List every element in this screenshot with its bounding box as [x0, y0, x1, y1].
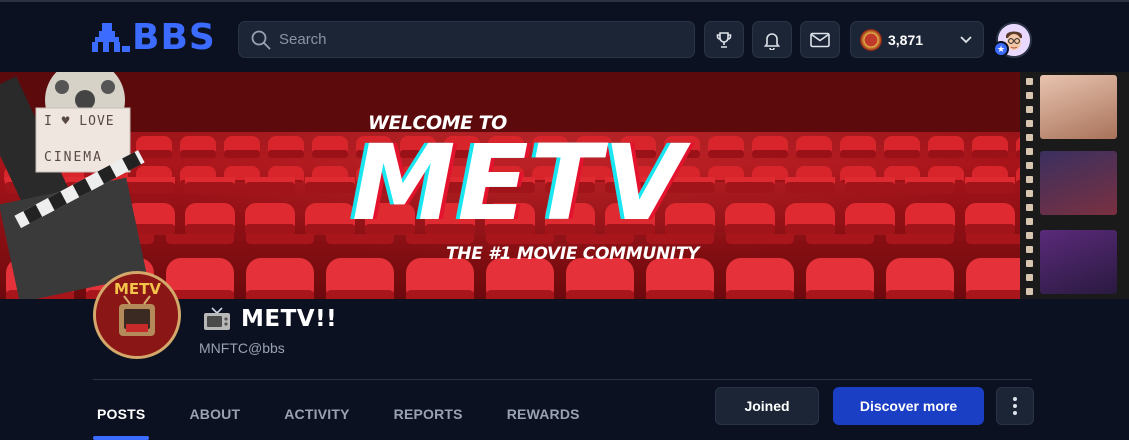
film-frame-portrait-1 — [1040, 75, 1117, 139]
active-tab-indicator — [93, 436, 149, 440]
bbs-logo[interactable]: BBS — [92, 20, 216, 56]
tab-posts[interactable]: POSTS — [97, 406, 145, 422]
banner-title: METV — [352, 122, 686, 244]
chevron-down-icon — [960, 36, 972, 44]
community-name: METV!! — [241, 306, 338, 332]
banner-sign-line1: I ♥ LOVE — [44, 114, 115, 129]
kebab-menu-icon — [1013, 397, 1017, 415]
banner-sign-line2: CINEMA — [44, 150, 103, 165]
leaderboard-button[interactable] — [704, 21, 744, 58]
avatar-text: METV — [114, 280, 162, 298]
discover-more-button[interactable]: Discover more — [833, 387, 984, 425]
logo-mark-icon — [92, 23, 130, 52]
community-avatar: METV — [93, 271, 181, 359]
community-tabs: POSTS ABOUT ACTIVITY REPORTS REWARDS — [97, 406, 624, 422]
banner-tagline: THE #1 MOVIE COMMUNITY — [446, 244, 700, 264]
bell-icon — [763, 32, 781, 50]
points-value: 3,871 — [888, 31, 924, 48]
search-icon — [251, 30, 271, 49]
section-divider — [93, 379, 1032, 380]
points-balance-dropdown[interactable]: 3,871 — [850, 21, 984, 58]
messages-button[interactable] — [800, 21, 840, 58]
tab-reports[interactable]: REPORTS — [394, 406, 463, 422]
logo-text: BBS — [132, 17, 216, 58]
more-options-button[interactable] — [996, 387, 1034, 425]
search-input[interactable] — [279, 31, 679, 48]
community-banner: I ♥ LOVE CINEMA WELCOME TO METV THE #1 M… — [0, 72, 1129, 299]
trophy-icon — [716, 31, 732, 48]
film-frame-portrait-2 — [1040, 151, 1117, 215]
tv-icon — [204, 307, 230, 330]
top-navbar: BBS 3,871 — [0, 0, 1129, 72]
verified-star-icon: ★ — [993, 41, 1009, 57]
points-coin-icon — [860, 28, 882, 51]
tab-activity[interactable]: ACTIVITY — [284, 406, 349, 422]
joined-button[interactable]: Joined — [715, 387, 819, 425]
mail-icon — [810, 32, 830, 47]
film-frame-portrait-3 — [1040, 230, 1117, 294]
search-bar[interactable] — [238, 21, 695, 58]
tab-rewards[interactable]: REWARDS — [507, 406, 580, 422]
community-handle: MNFTC@bbs — [199, 340, 285, 356]
tab-about[interactable]: ABOUT — [189, 406, 240, 422]
community-title: METV!! — [203, 306, 337, 332]
notifications-button[interactable] — [752, 21, 792, 58]
